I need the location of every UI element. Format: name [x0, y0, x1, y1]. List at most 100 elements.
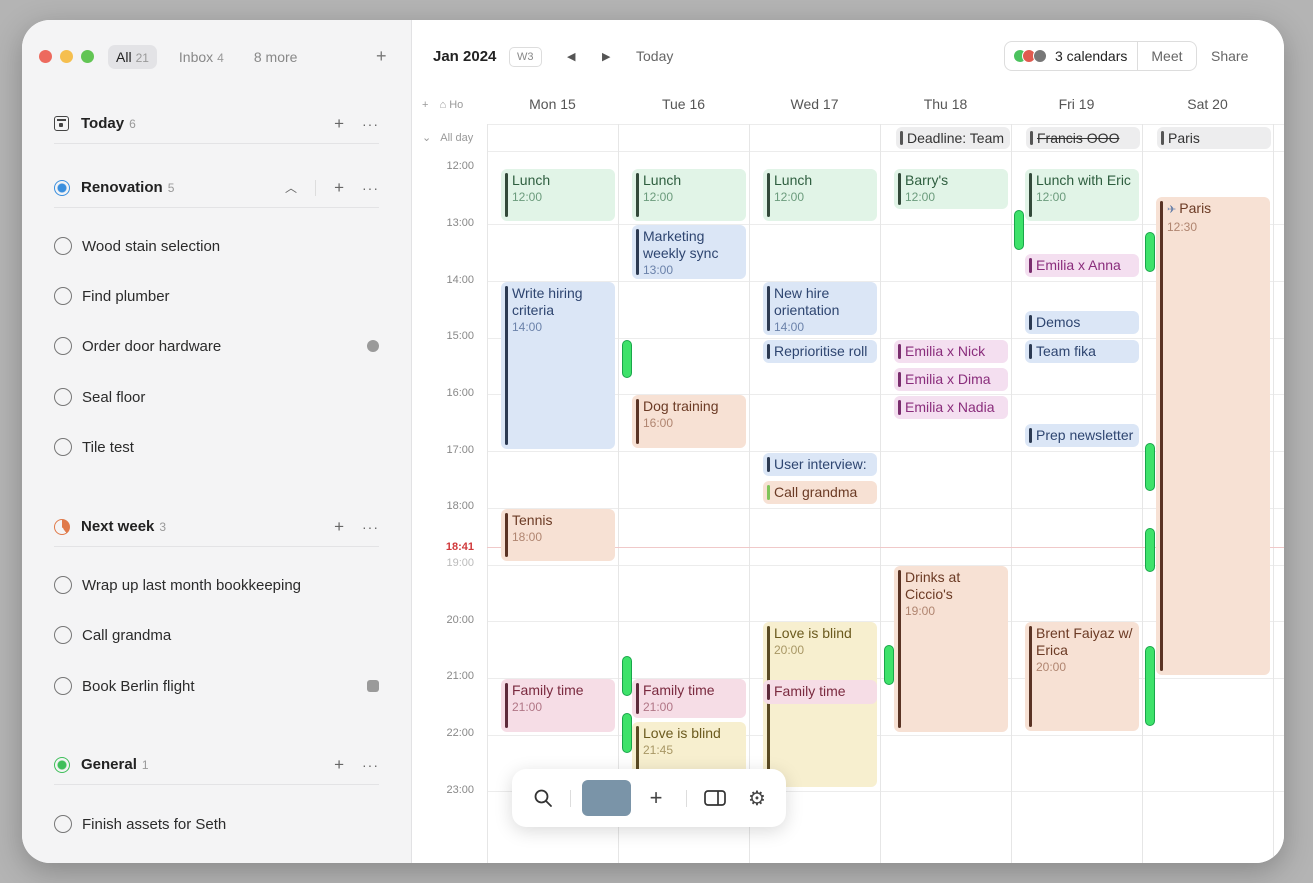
day-header-fri[interactable]: Fri 19 [1011, 96, 1142, 116]
floating-toolbar: + ⚙ [512, 769, 786, 827]
calendar-event[interactable]: Marketing weekly sync 13:00 [632, 225, 746, 279]
calendar-event[interactable]: Family time [763, 680, 877, 704]
allday-event[interactable]: Deadline: Team [896, 127, 1010, 149]
calendar-event[interactable]: Emilia x Anna [1025, 254, 1139, 277]
day-header-thu[interactable]: Thu 18 [880, 96, 1011, 116]
free-slot-handle[interactable] [1145, 528, 1155, 572]
task-checkbox[interactable] [54, 576, 72, 594]
more-options-button[interactable]: ··· [362, 180, 379, 196]
task-checkbox[interactable] [54, 388, 72, 406]
free-slot-handle[interactable] [622, 340, 632, 378]
calendar-event[interactable]: Emilia x Nick [894, 340, 1008, 363]
section-renovation[interactable]: Renovation 5 ︿ + ··· [54, 168, 379, 208]
calendar-event[interactable]: Demos [1025, 311, 1139, 334]
free-slot-handle[interactable] [884, 645, 894, 685]
calendar-event[interactable]: Lunch 12:00 [501, 169, 615, 221]
calendar-event[interactable]: Dog training 16:00 [632, 395, 746, 448]
tab-all[interactable]: All 21 [108, 45, 157, 69]
add-timezone[interactable]: + ⌂ Ho [422, 99, 463, 111]
day-header-sat[interactable]: Sat 20 [1142, 96, 1273, 116]
calendar-event[interactable]: Tennis 18:00 [501, 509, 615, 561]
add-task-button[interactable]: + [334, 755, 344, 775]
section-next-week[interactable]: Next week 3 + ··· [54, 507, 379, 547]
calendar-event[interactable]: Love is blind 20:00 [763, 622, 877, 787]
calendar-event[interactable]: Reprioritise roll [763, 340, 877, 363]
free-slot-handle[interactable] [622, 656, 632, 696]
more-options-button[interactable]: ··· [362, 519, 379, 535]
next-week-button[interactable]: ▶ [602, 50, 610, 63]
calendar-event[interactable]: Team fika [1025, 340, 1139, 363]
day-header-tue[interactable]: Tue 16 [618, 96, 749, 116]
task-item[interactable]: Book Berlin flight [54, 674, 379, 698]
free-slot-handle[interactable] [622, 713, 632, 753]
day-header-wed[interactable]: Wed 17 [749, 96, 880, 116]
calendar-event[interactable]: Drinks at Ciccio's 19:00 [894, 566, 1008, 732]
day-header-mon[interactable]: Mon 15 [487, 96, 618, 116]
add-icon[interactable]: + [642, 769, 670, 827]
task-checkbox[interactable] [54, 815, 72, 833]
task-item[interactable]: Wrap up last month bookkeeping [54, 573, 379, 597]
task-checkbox[interactable] [54, 237, 72, 255]
free-slot-handle[interactable] [1145, 646, 1155, 726]
calendar-event[interactable]: Brent Faiyaz w/ Erica 20:00 [1025, 622, 1139, 731]
section-general[interactable]: General 1 + ··· [54, 745, 379, 785]
calendar-event[interactable]: Prep newsletter [1025, 424, 1139, 447]
task-checkbox[interactable] [54, 287, 72, 305]
calendar-event[interactable]: Barry's 12:00 [894, 169, 1008, 209]
allday-row-label[interactable]: ⌄ All day [422, 131, 473, 144]
section-today[interactable]: Today 6 + ··· [54, 104, 379, 144]
free-slot-handle[interactable] [1145, 443, 1155, 491]
minimize-window-button[interactable] [60, 50, 73, 63]
today-button[interactable]: Today [636, 48, 673, 64]
task-item[interactable]: Wood stain selection [54, 234, 379, 258]
allday-event[interactable]: Francis OOO [1026, 127, 1140, 149]
add-task-button[interactable]: + [334, 114, 344, 134]
calendar-event[interactable]: ✈ Paris 12:30 [1156, 197, 1270, 675]
collapse-chevron-icon[interactable]: ︿ [285, 179, 297, 196]
calendar-event[interactable]: New hire orientation 14:00 [763, 282, 877, 335]
add-list-button[interactable]: + [376, 46, 387, 67]
calendar-event[interactable]: Family time 21:00 [632, 679, 746, 718]
close-window-button[interactable] [39, 50, 52, 63]
task-item[interactable]: Call grandma [54, 623, 379, 647]
task-title: Order door hardware [82, 337, 222, 355]
add-icon[interactable]: + [422, 99, 428, 111]
task-item[interactable]: Seal floor [54, 385, 379, 409]
free-slot-handle[interactable] [1145, 232, 1155, 272]
task-item[interactable]: Find plumber [54, 284, 379, 308]
task-item[interactable]: Tile test [54, 435, 379, 459]
add-task-button[interactable]: + [334, 178, 344, 198]
task-checkbox[interactable] [54, 626, 72, 644]
free-slot-handle[interactable] [1014, 210, 1024, 250]
calendar-event[interactable]: Call grandma [763, 481, 877, 504]
task-checkbox[interactable] [54, 337, 72, 355]
task-item[interactable]: Order door hardware [54, 334, 379, 358]
calendar-event[interactable]: Emilia x Dima [894, 368, 1008, 391]
calendars-button[interactable]: 3 calendars [1005, 42, 1139, 70]
calendar-event[interactable]: Lunch 12:00 [632, 169, 746, 221]
calendar-event[interactable]: User interview: [763, 453, 877, 476]
previous-week-button[interactable]: ◀ [567, 50, 575, 63]
zoom-window-button[interactable] [81, 50, 94, 63]
sidebar-toggle-icon[interactable] [700, 769, 730, 827]
share-button[interactable]: Share [1211, 48, 1248, 64]
task-checkbox[interactable] [54, 438, 72, 456]
meet-button[interactable]: Meet [1138, 48, 1195, 64]
search-icon[interactable] [526, 769, 560, 827]
gear-icon[interactable]: ⚙ [742, 769, 772, 827]
collapse-icon[interactable]: ⌄ [422, 132, 431, 144]
tab-inbox[interactable]: Inbox 4 [171, 45, 232, 69]
add-task-button[interactable]: + [334, 517, 344, 537]
color-swatch-button[interactable] [582, 780, 631, 816]
allday-event[interactable]: Paris [1157, 127, 1271, 149]
calendar-event[interactable]: Lunch 12:00 [763, 169, 877, 221]
tab-more[interactable]: 8 more [246, 45, 306, 69]
calendar-event[interactable]: Family time 21:00 [501, 679, 615, 732]
calendar-event[interactable]: Emilia x Nadia [894, 396, 1008, 419]
calendar-event[interactable]: Write hiring criteria 14:00 [501, 282, 615, 449]
more-options-button[interactable]: ··· [362, 757, 379, 773]
more-options-button[interactable]: ··· [362, 116, 379, 132]
calendar-event[interactable]: Lunch with Eric 12:00 [1025, 169, 1139, 221]
task-item[interactable]: Finish assets for Seth [54, 812, 379, 836]
task-checkbox[interactable] [54, 677, 72, 695]
